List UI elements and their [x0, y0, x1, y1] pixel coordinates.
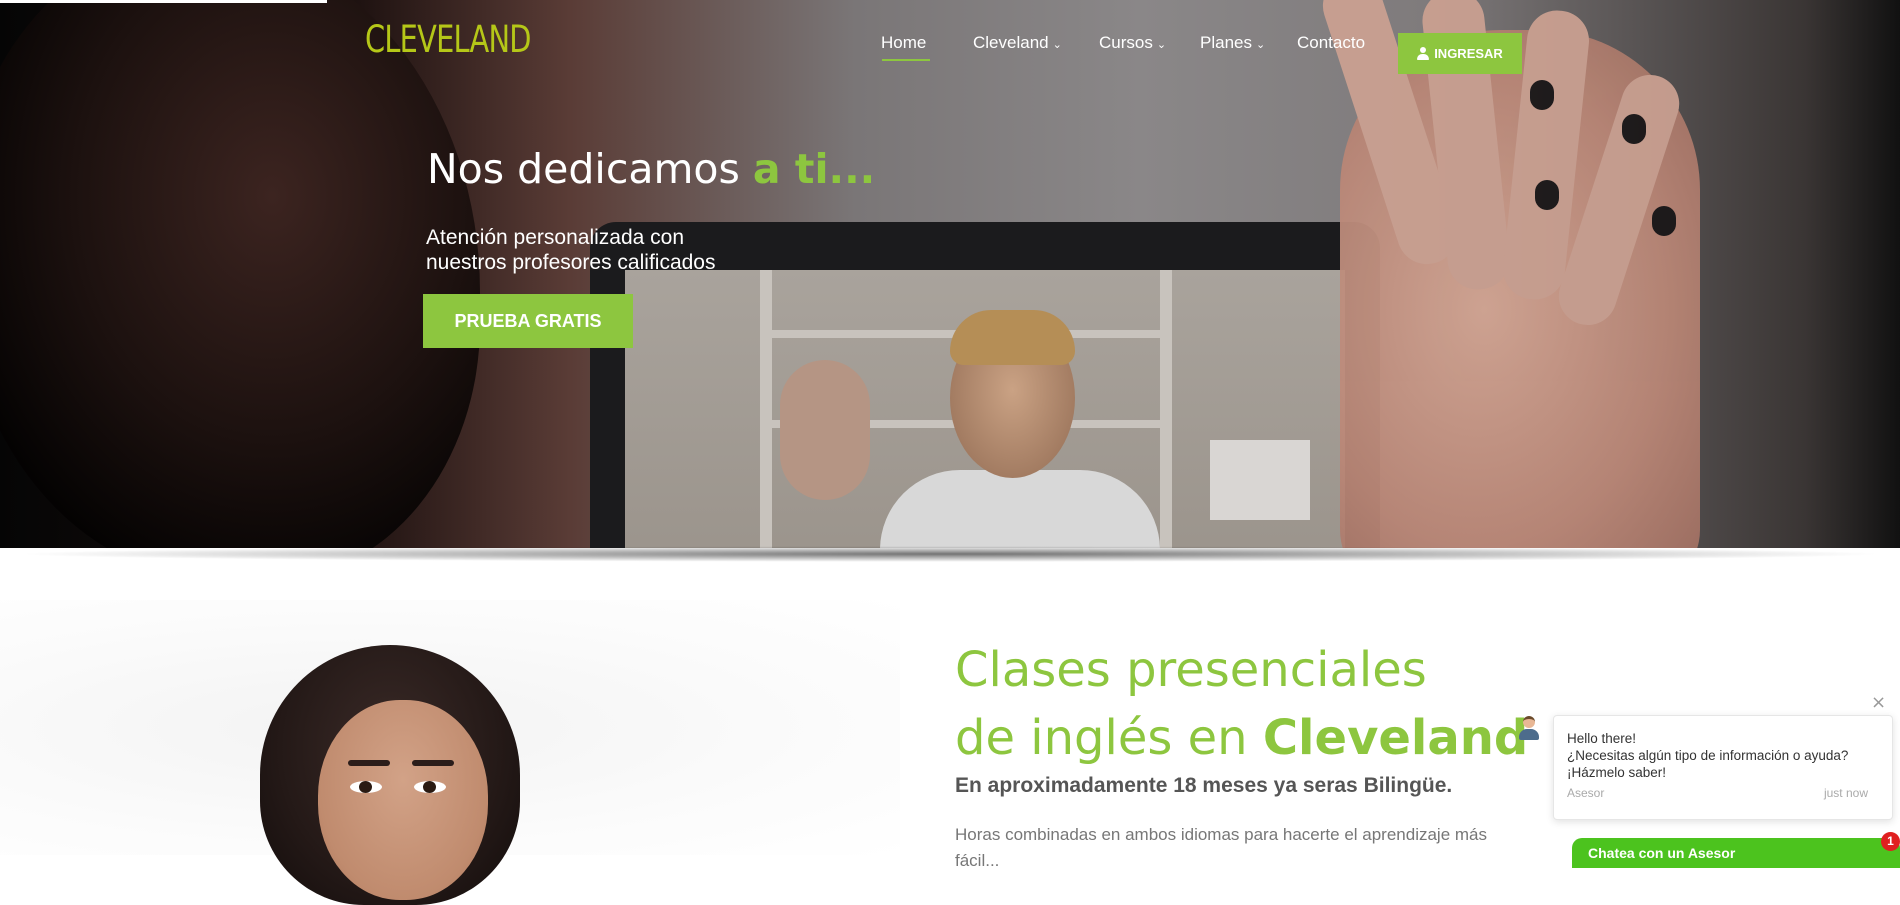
nav-home-label: Home [881, 33, 927, 52]
fingernail [1622, 114, 1646, 144]
page-load-bar [0, 0, 327, 3]
fingernail [1652, 206, 1676, 236]
nav-cursos-label: Cursos [1099, 33, 1153, 52]
chevron-down-icon: ⌄ [1255, 39, 1266, 51]
storage-box-image [1210, 440, 1310, 520]
fingernail [1530, 80, 1554, 110]
shelf-image [1160, 270, 1172, 548]
nav-item-home[interactable]: Home [881, 33, 926, 53]
student-hair-image [0, 0, 480, 548]
section-subtitle: En aproximadamente 18 meses ya seras Bil… [955, 774, 1453, 797]
teacher-hand-image [780, 360, 870, 500]
chevron-down-icon: ⌄ [1052, 39, 1062, 51]
nav-contacto-label: Contacto [1297, 33, 1366, 52]
site-logo[interactable]: CLEVELAND [365, 18, 532, 61]
teacher-hair-image [950, 310, 1075, 365]
chat-open-button[interactable]: Chatea con un Asesor [1572, 838, 1900, 868]
nav-cleveland-label: Cleveland [973, 33, 1049, 52]
login-button[interactable]: INGRESAR [1398, 33, 1522, 74]
free-trial-button[interactable]: PRUEBA GRATIS [423, 294, 633, 348]
close-icon[interactable]: × [1871, 692, 1886, 713]
section-title: Clases presenciales de inglés en Clevela… [955, 636, 1528, 772]
eye [350, 781, 382, 793]
section-description: Horas combinadas en ambos idiomas para h… [955, 825, 1488, 870]
eyebrow [412, 760, 454, 766]
chat-message-bubble[interactable]: Hello there! ¿Necesitas algún tipo de in… [1553, 715, 1893, 820]
hero-banner [0, 0, 1900, 548]
hero-subtitle-line2: nuestros profesores calificados [426, 251, 716, 274]
section-title-prefix: de inglés en [955, 710, 1263, 766]
chat-timestamp: just now [1823, 786, 1868, 800]
agent-avatar-icon [1518, 716, 1540, 742]
shelf-image [760, 270, 772, 548]
nav-active-underline [882, 59, 930, 61]
chevron-down-icon: ⌄ [1156, 39, 1167, 51]
chat-message-line2: ¿Necesitas algún tipo de información o a… [1567, 748, 1849, 763]
login-button-label: INGRESAR [1434, 46, 1503, 61]
nav-item-cleveland[interactable]: Cleveland ⌄ [973, 33, 1062, 53]
user-icon [1417, 47, 1430, 60]
nav-item-contacto[interactable]: Contacto [1297, 33, 1365, 53]
section-title-line1: Clases presenciales [955, 642, 1427, 698]
hero-subtitle: Atención personalizada con nuestros prof… [426, 225, 826, 275]
hero-subtitle-line1: Atención personalizada con [426, 226, 685, 249]
chat-sender: Asesor [1567, 786, 1605, 800]
teacher-body-image [880, 470, 1160, 548]
chat-message-line3: ¡Házmelo saber! [1567, 765, 1667, 780]
nav-planes-label: Planes [1200, 33, 1252, 52]
chat-message-line1: Hello there! [1567, 731, 1637, 746]
eyebrow [348, 760, 390, 766]
section-title-bold: Cleveland [1262, 710, 1529, 766]
fingernail [1535, 180, 1559, 210]
student-hand-image [1315, 0, 1700, 548]
hero-title: Nos dedicamos a ti... [427, 145, 875, 193]
hero-shadow [12, 546, 1888, 562]
student-photo-face [318, 700, 488, 900]
nav-item-planes[interactable]: Planes ⌄ [1200, 33, 1265, 53]
hero-title-main: Nos dedicamos [427, 145, 753, 193]
nav-item-cursos[interactable]: Cursos ⌄ [1099, 33, 1166, 53]
eye [414, 781, 446, 793]
chat-unread-badge: 1 [1881, 832, 1900, 851]
hero-title-accent: a ti... [752, 145, 876, 193]
section-title-line2: de inglés en Cleveland [955, 704, 1528, 772]
